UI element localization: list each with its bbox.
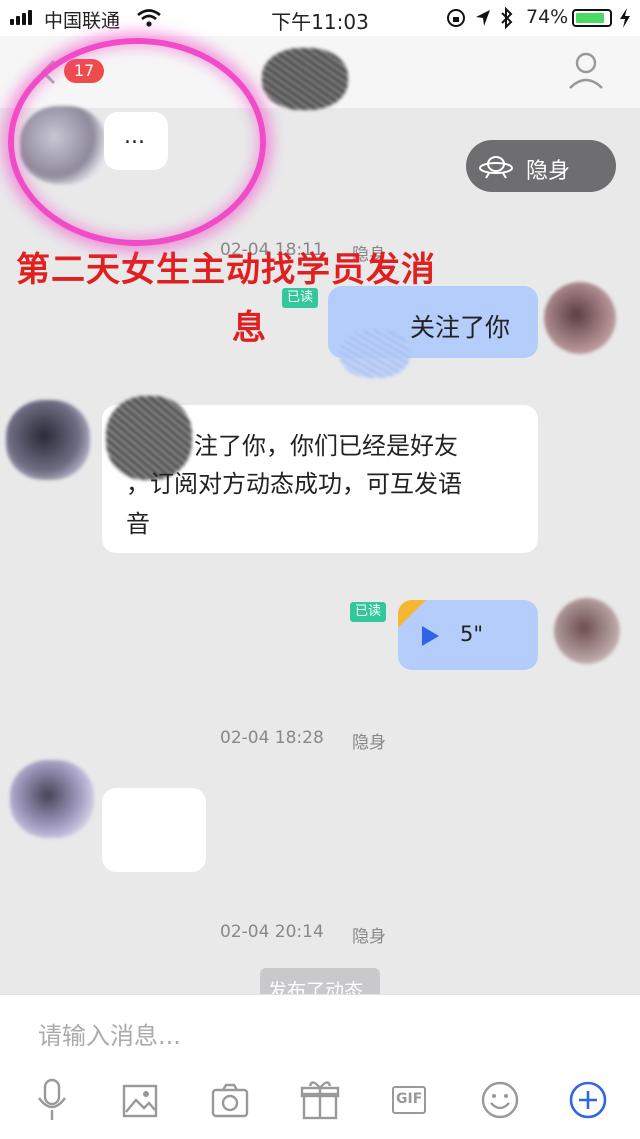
hidden-mode-button[interactable]: 隐身	[466, 140, 616, 192]
voice-duration: 5"	[460, 622, 484, 646]
avatar[interactable]	[6, 400, 90, 480]
timestamp: 02-04 20:14	[220, 922, 324, 942]
voice-message-bubble[interactable]: 5"	[398, 600, 538, 670]
read-receipt: 已读	[350, 602, 386, 622]
message-text-line: 音	[126, 510, 150, 538]
read-receipt: 已读	[282, 288, 318, 308]
person-icon[interactable]	[566, 50, 606, 92]
message-text-line: ，订阅对方动态成功，可互发语	[126, 470, 462, 498]
timestamp: 02-04 18:28	[220, 728, 324, 748]
gif-label: GIF	[396, 1091, 423, 1107]
highlight-circle	[8, 38, 266, 246]
message-text-line: 注了你，你们已经是好友	[194, 432, 458, 460]
gift-icon[interactable]	[298, 1076, 342, 1124]
ufo-icon	[479, 156, 513, 179]
play-icon[interactable]	[418, 624, 442, 648]
emoji-icon[interactable]	[478, 1076, 522, 1124]
message-input[interactable]: 请输入消息...	[38, 1016, 181, 1051]
location-icon	[476, 10, 490, 26]
battery-icon	[572, 9, 612, 27]
lock-rotation-icon	[447, 9, 465, 27]
bluetooth-icon	[501, 6, 513, 30]
moment-notice-text: 发布了动态	[268, 980, 364, 994]
timestamp-status: 隐身	[352, 733, 386, 753]
battery-percent: 74%	[526, 6, 569, 28]
contact-name-redacted	[262, 48, 348, 110]
moment-notice[interactable]: 发布了动态	[260, 968, 380, 994]
redacted-scribble	[340, 330, 410, 378]
annotation-line-2: 息	[232, 308, 267, 348]
microphone-icon[interactable]	[30, 1076, 74, 1124]
camera-icon[interactable]	[208, 1076, 252, 1124]
avatar[interactable]	[554, 598, 620, 664]
timestamp-status: 隐身	[352, 927, 386, 947]
message-text: 关注了你	[410, 313, 511, 342]
hidden-mode-label: 隐身	[526, 159, 571, 184]
charging-icon	[620, 8, 630, 28]
annotation-line-1: 第二天女生主动找学员发消	[16, 250, 436, 290]
avatar[interactable]	[10, 760, 94, 838]
avatar[interactable]	[544, 282, 616, 354]
message-bubble	[102, 788, 206, 872]
status-bar: 中国联通 下午11:03 74%	[0, 0, 640, 36]
plus-icon[interactable]	[566, 1076, 610, 1124]
gif-icon[interactable]: GIF	[388, 1076, 432, 1124]
image-icon[interactable]	[118, 1076, 162, 1124]
